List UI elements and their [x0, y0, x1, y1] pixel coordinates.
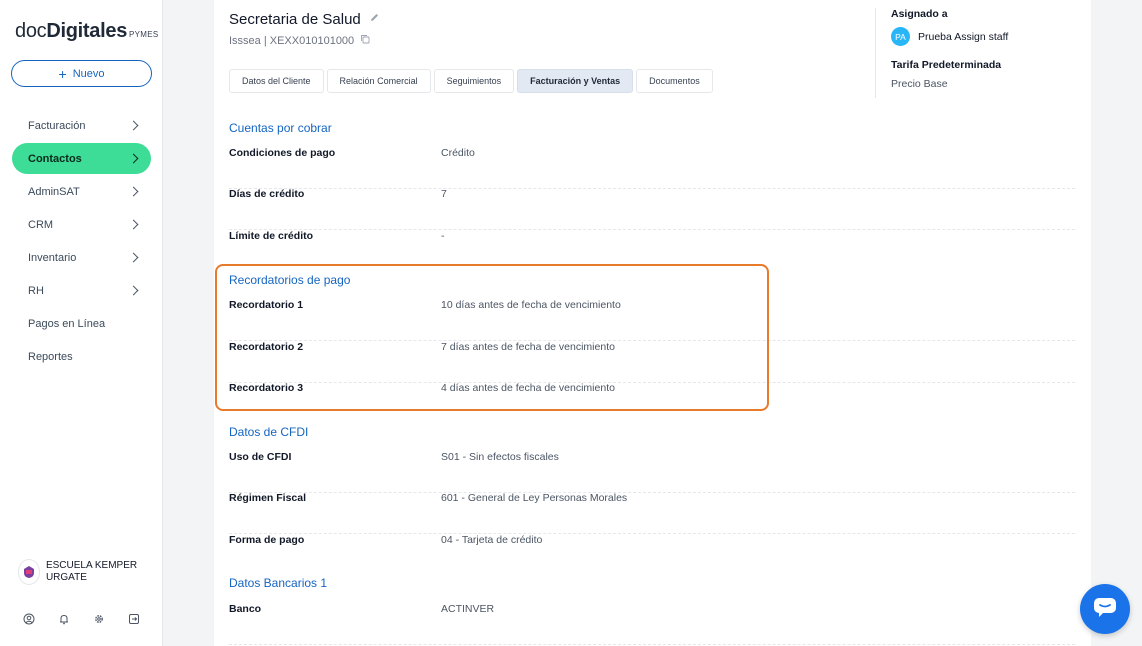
row-label: Uso de CFDI [229, 451, 292, 463]
logo-doc: doc [15, 20, 47, 42]
assigned-staff[interactable]: PA Prueba Assign staff [891, 27, 1075, 46]
chevron-right-icon [128, 252, 139, 263]
sidebar-item-label: Facturación [28, 119, 86, 132]
copy-icon[interactable] [360, 34, 370, 47]
row-value: - [441, 230, 445, 242]
chat-bubble-icon [1093, 596, 1117, 623]
info-row: Recordatorio 2 7 días antes de fecha de … [229, 341, 1075, 383]
client-header: Secretaria de Salud [229, 10, 380, 28]
info-row: Régimen Fiscal 601 - General de Ley Pers… [229, 492, 1075, 534]
chat-button[interactable] [1080, 584, 1130, 634]
chevron-right-icon [128, 219, 139, 230]
org-logo-icon [18, 559, 40, 585]
info-row: Recordatorio 1 10 días antes de fecha de… [229, 299, 1075, 341]
client-subtitle: Isssea | XEXX010101000 [229, 34, 370, 47]
section-title-datos-bancarios: Datos Bancarios 1 [229, 576, 328, 590]
sidebar-item-facturacion[interactable]: Facturación [12, 110, 151, 141]
page-title: Secretaria de Salud [229, 10, 361, 28]
info-row: Forma de pago 04 - Tarjeta de crédito [229, 534, 1075, 576]
tab-relacion-comercial[interactable]: Relación Comercial [326, 69, 431, 93]
row-label: Recordatorio 3 [229, 382, 304, 394]
assigned-label: Asignado a [891, 8, 948, 20]
row-value: 601 - General de Ley Personas Morales [441, 492, 628, 504]
sidebar-item-reportes[interactable]: Reportes [12, 341, 151, 372]
section-title-cuentas-por-cobrar: Cuentas por cobrar [229, 121, 332, 135]
row-label: Días de crédito [229, 188, 305, 200]
tab-datos-del-cliente[interactable]: Datos del Cliente [229, 69, 324, 93]
sidebar-item-adminsat[interactable]: AdminSAT [12, 176, 151, 207]
sidebar-item-contactos[interactable]: Contactos [12, 143, 151, 174]
sidebar-item-inventario[interactable]: Inventario [12, 242, 151, 273]
tab-documentos[interactable]: Documentos [636, 69, 713, 93]
assignment-panel: Asignado a PA Prueba Assign staff Tarifa… [875, 8, 1075, 98]
row-label: Régimen Fiscal [229, 492, 307, 504]
sidebar-item-label: Pagos en Línea [28, 317, 106, 330]
sidebar-item-pagos-en-linea[interactable]: Pagos en Línea [12, 308, 151, 339]
info-row: Uso de CFDI S01 - Sin efectos fiscales [229, 451, 1075, 493]
brand-logo[interactable]: doc Digitales PYMES [15, 20, 159, 43]
sidebar-item-label: Contactos [28, 152, 82, 165]
chevron-right-icon [128, 120, 139, 131]
info-row: Días de crédito 7 [229, 188, 1075, 230]
logout-icon[interactable] [127, 612, 141, 626]
sidebar-item-crm[interactable]: CRM [12, 209, 151, 240]
assigned-staff-name: Prueba Assign staff [918, 30, 1009, 43]
row-label: Banco [229, 603, 262, 615]
tarifa-label: Tarifa Predeterminada [891, 59, 1002, 71]
sidebar-nav: Facturación Contactos AdminSAT CRM Inven… [12, 110, 151, 374]
row-value: ACTINVER [441, 603, 495, 615]
row-value: 7 días antes de fecha de vencimiento [441, 341, 615, 353]
gear-icon[interactable] [92, 612, 106, 626]
sidebar-item-label: RH [28, 284, 44, 297]
plus-icon: + [58, 65, 67, 82]
row-value: S01 - Sin efectos fiscales [441, 451, 559, 463]
new-button-label: Nuevo [72, 67, 105, 80]
sidebar: doc Digitales PYMES + Nuevo Facturación Co… [0, 0, 163, 646]
client-rfc: Isssea | XEXX010101000 [229, 34, 355, 47]
section-title-datos-de-cfdi: Datos de CFDI [229, 425, 309, 439]
sidebar-item-label: Reportes [28, 350, 73, 363]
chevron-right-icon [128, 153, 139, 164]
sidebar-item-label: Inventario [28, 251, 77, 264]
row-label: Límite de crédito [229, 230, 314, 242]
tarifa-value: Precio Base [891, 78, 948, 90]
organization-switcher[interactable]: ESCUELA KEMPER URGATE [18, 559, 158, 585]
new-button[interactable]: + Nuevo [11, 60, 152, 87]
info-row: Recordatorio 3 4 días antes de fecha de … [229, 382, 1075, 424]
row-label: Forma de pago [229, 534, 305, 546]
chevron-right-icon [128, 186, 139, 197]
info-row: Condiciones de pago Crédito [229, 147, 1075, 189]
bell-icon[interactable] [57, 612, 71, 626]
section-title-recordatorios-de-pago: Recordatorios de pago [229, 273, 351, 287]
pencil-icon[interactable] [369, 10, 380, 28]
contact-detail-card: Secretaria de Salud Isssea | XEXX0101010… [214, 0, 1091, 646]
org-name: ESCUELA KEMPER URGATE [45, 560, 138, 583]
tab-seguimientos[interactable]: Seguimientos [433, 69, 515, 93]
row-value: 04 - Tarjeta de crédito [441, 534, 543, 546]
sidebar-item-label: CRM [28, 218, 54, 231]
info-row: Límite de crédito - [229, 230, 1075, 272]
chevron-right-icon [128, 285, 139, 296]
row-label: Recordatorio 2 [229, 341, 304, 353]
row-label: Recordatorio 1 [229, 299, 304, 311]
row-value: Crédito [441, 147, 475, 159]
avatar: PA [891, 27, 910, 46]
sidebar-footer [22, 612, 141, 626]
sidebar-item-rh[interactable]: RH [12, 275, 151, 306]
user-profile-icon[interactable] [22, 612, 36, 626]
row-value: 10 días antes de fecha de vencimiento [441, 299, 621, 311]
row-label: Condiciones de pago [229, 147, 336, 159]
logo-pymes: PYMES [129, 30, 159, 39]
tab-facturacion-y-ventas[interactable]: Facturación y Ventas [517, 69, 634, 93]
sidebar-item-label: AdminSAT [28, 185, 80, 198]
logo-digitales: Digitales [46, 20, 128, 42]
tab-bar: Datos del Cliente Relación Comercial Seg… [229, 69, 713, 93]
row-value: 7 [441, 188, 447, 200]
info-row: Banco ACTINVER [229, 603, 1075, 645]
row-value: 4 días antes de fecha de vencimiento [441, 382, 615, 394]
